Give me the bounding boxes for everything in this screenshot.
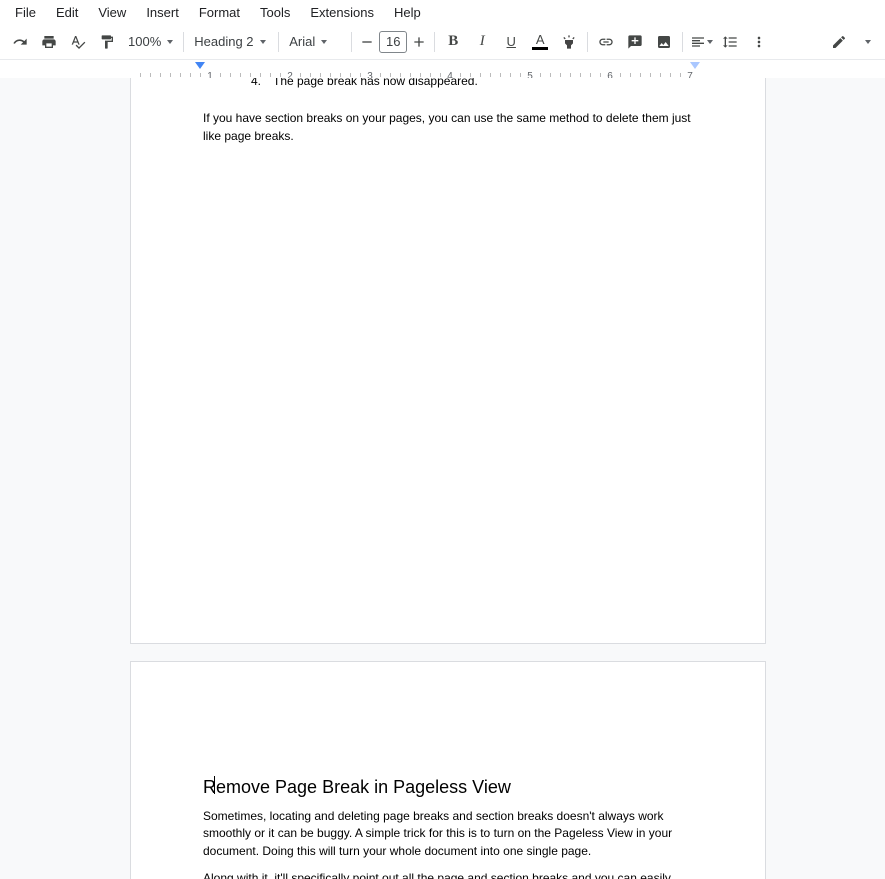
ruler-label: 7	[687, 71, 693, 78]
insert-image-button[interactable]	[650, 28, 678, 56]
separator	[682, 32, 683, 52]
font-size-control: 16	[356, 28, 430, 56]
redo-button[interactable]	[6, 28, 34, 56]
link-icon	[598, 34, 614, 50]
font-size-input[interactable]: 16	[379, 31, 407, 53]
spellcheck-button[interactable]	[64, 28, 92, 56]
menu-file[interactable]: File	[6, 2, 45, 23]
list-number: 4.	[243, 78, 273, 90]
comment-add-icon	[627, 34, 643, 50]
paragraph[interactable]: Along with it, it'll specifically point …	[203, 870, 693, 879]
paint-roller-icon	[99, 34, 115, 50]
chevron-down-icon	[865, 40, 871, 44]
underline-button[interactable]: U	[497, 28, 525, 56]
page-2[interactable]: Remove Page Break in Pageless View Somet…	[130, 661, 766, 879]
spellcheck-icon	[70, 34, 86, 50]
list-item-text[interactable]: The page break has now disappeared.	[273, 78, 693, 90]
separator	[183, 32, 184, 52]
more-button[interactable]	[745, 28, 773, 56]
color-bar	[532, 47, 548, 50]
add-comment-button[interactable]	[621, 28, 649, 56]
separator	[587, 32, 588, 52]
zoom-select[interactable]: 100%	[122, 28, 179, 56]
increase-size-button[interactable]	[408, 28, 430, 56]
separator	[434, 32, 435, 52]
toolbar: 100% Heading 2 Arial 16 B I U A	[0, 24, 885, 60]
menu-edit[interactable]: Edit	[47, 2, 87, 23]
underline-icon: U	[507, 34, 516, 49]
text-cursor	[214, 776, 215, 794]
more-vert-icon	[751, 34, 767, 50]
editing-mode-button[interactable]	[825, 28, 853, 56]
highlight-button[interactable]	[555, 28, 583, 56]
separator	[278, 32, 279, 52]
ruler-label: 3	[367, 71, 373, 78]
heading-2[interactable]: Remove Page Break in Pageless View	[203, 774, 693, 800]
menu-tools[interactable]: Tools	[251, 2, 299, 23]
menu-format[interactable]: Format	[190, 2, 249, 23]
plus-icon	[411, 34, 427, 50]
chevron-down-icon	[707, 40, 713, 44]
right-indent-marker[interactable]	[690, 62, 700, 69]
chevron-down-icon	[167, 40, 173, 44]
text-color-icon: A	[536, 34, 545, 46]
bold-icon: B	[448, 33, 458, 50]
menu-extensions[interactable]: Extensions	[301, 2, 383, 23]
chevron-down-icon	[321, 40, 327, 44]
ruler-label: 6	[607, 71, 613, 78]
ruler-label: 5	[527, 71, 533, 78]
separator	[351, 32, 352, 52]
menu-insert[interactable]: Insert	[137, 2, 188, 23]
zoom-value: 100%	[128, 34, 161, 49]
bold-button[interactable]: B	[439, 28, 467, 56]
line-spacing-icon	[722, 34, 738, 50]
minus-icon	[359, 34, 375, 50]
line-spacing-button[interactable]	[716, 28, 744, 56]
document-canvas[interactable]: 4. The page break has now disappeared. I…	[0, 78, 885, 879]
highlighter-icon	[561, 34, 577, 50]
page-1[interactable]: 4. The page break has now disappeared. I…	[130, 78, 766, 644]
menu-help[interactable]: Help	[385, 2, 430, 23]
ruler-label: 4	[447, 71, 453, 78]
paint-format-button[interactable]	[93, 28, 121, 56]
paragraph[interactable]: If you have section breaks on your pages…	[203, 110, 693, 145]
print-icon	[41, 34, 57, 50]
insert-link-button[interactable]	[592, 28, 620, 56]
editing-mode-area	[825, 28, 875, 56]
italic-icon: I	[480, 33, 485, 50]
font-select[interactable]: Arial	[283, 28, 347, 56]
style-value: Heading 2	[194, 34, 253, 49]
image-icon	[656, 34, 672, 50]
paragraph[interactable]: Sometimes, locating and deleting page br…	[203, 808, 693, 860]
align-button[interactable]	[687, 28, 715, 56]
text-color-button[interactable]: A	[526, 28, 554, 56]
chevron-down-icon	[260, 40, 266, 44]
editing-mode-expand[interactable]	[857, 28, 875, 56]
paragraph-style-select[interactable]: Heading 2	[188, 28, 274, 56]
decrease-size-button[interactable]	[356, 28, 378, 56]
pencil-icon	[831, 34, 847, 50]
left-indent-marker[interactable]	[195, 62, 205, 69]
menu-view[interactable]: View	[89, 2, 135, 23]
ruler-label: 2	[287, 71, 293, 78]
heading-text: Remove Page Break in Pageless View	[203, 777, 511, 797]
ruler-label: 1	[207, 71, 213, 78]
redo-icon	[12, 34, 28, 50]
ruler[interactable]: 1 2 3 4 5 6 7	[0, 60, 885, 78]
print-button[interactable]	[35, 28, 63, 56]
italic-button[interactable]: I	[468, 28, 496, 56]
font-value: Arial	[289, 34, 315, 49]
align-left-icon	[690, 34, 706, 50]
menu-bar: File Edit View Insert Format Tools Exten…	[0, 0, 885, 24]
